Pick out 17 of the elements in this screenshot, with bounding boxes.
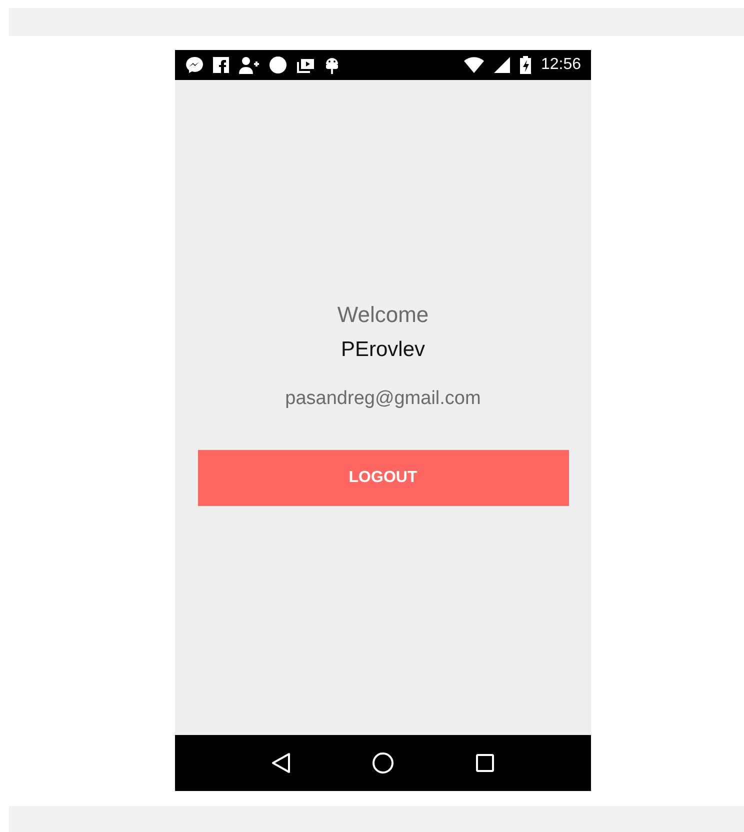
wifi-icon <box>464 57 484 73</box>
add-person-icon <box>239 56 259 74</box>
welcome-label: Welcome <box>337 302 429 328</box>
logout-button[interactable]: LOGOUT <box>198 450 568 506</box>
circle-icon <box>269 56 287 74</box>
battery-charging-icon <box>520 56 531 74</box>
user-email: pasandreg@gmail.com <box>285 388 481 410</box>
recent-apps-icon[interactable] <box>475 753 496 773</box>
messenger-icon <box>185 56 203 74</box>
back-icon[interactable] <box>270 752 291 774</box>
facebook-icon <box>213 57 229 73</box>
android-icon <box>325 56 339 74</box>
user-name: PErovlev <box>340 338 426 362</box>
home-icon[interactable] <box>372 752 394 774</box>
video-library-icon <box>297 57 315 73</box>
status-time: 12:56 <box>540 56 581 74</box>
signal-icon <box>494 57 510 73</box>
